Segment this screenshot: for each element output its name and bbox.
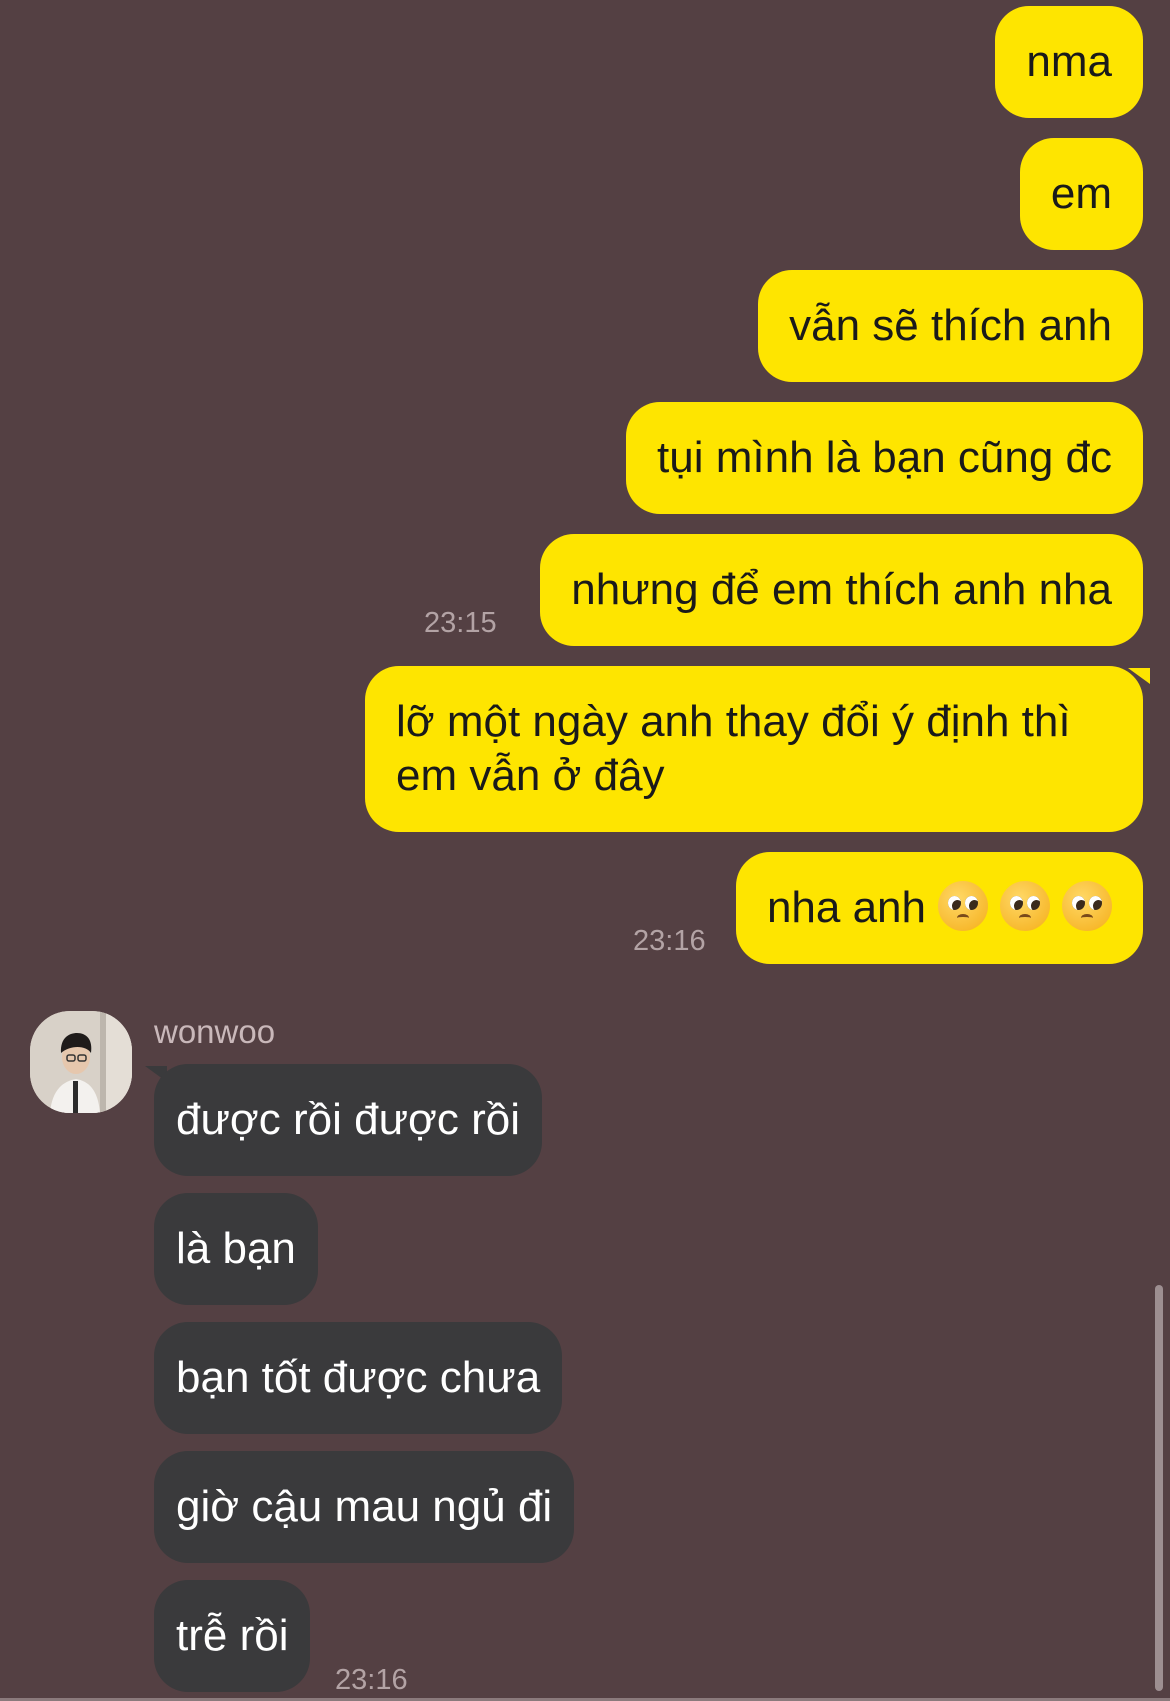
contact-avatar[interactable] (30, 1011, 132, 1113)
pleading-face-icon (938, 881, 988, 931)
outgoing-message[interactable]: lỡ một ngày anh thay đổi ý định thì em v… (365, 666, 1143, 832)
message-text: tụi mình là bạn cũng đc (657, 433, 1112, 482)
incoming-message[interactable]: bạn tốt được chưa (154, 1322, 563, 1434)
message-timestamp: 23:16 (633, 925, 706, 957)
sender-name: wonwoo (154, 1013, 276, 1050)
message-text: giờ cậu mau ngủ đi (176, 1482, 553, 1531)
outgoing-message[interactable]: nha anh (735, 852, 1143, 964)
incoming-message[interactable]: trễ rồi (154, 1580, 311, 1692)
message-text: lỡ một ngày anh thay đổi ý định thì em v… (396, 697, 1071, 800)
outgoing-message[interactable]: nhưng để em thích anh nha (540, 534, 1143, 646)
pleading-face-icon (1062, 881, 1112, 931)
message-text: nma (1026, 37, 1112, 86)
message-text: em (1050, 169, 1112, 218)
outgoing-message[interactable]: em (1019, 138, 1143, 250)
message-text: nha anh (766, 883, 926, 932)
chat-thread[interactable]: nma em vẫn sẽ thích anh tụi mình là bạn … (0, 0, 1170, 1701)
message-text: nhưng để em thích anh nha (571, 565, 1112, 614)
incoming-message[interactable]: giờ cậu mau ngủ đi (154, 1451, 575, 1563)
outgoing-message[interactable]: nma (995, 6, 1143, 118)
outgoing-message[interactable]: vẫn sẽ thích anh (758, 270, 1143, 382)
message-text: được rồi được rồi (176, 1095, 521, 1144)
outgoing-message[interactable]: tụi mình là bạn cũng đc (626, 402, 1143, 514)
pleading-face-icon (1000, 881, 1050, 931)
message-timestamp: 23:16 (335, 1664, 408, 1696)
message-timestamp: 23:15 (424, 607, 497, 639)
incoming-message[interactable]: được rồi được rồi (154, 1064, 543, 1176)
scrollbar[interactable] (1155, 1285, 1163, 1691)
incoming-message[interactable]: là bạn (154, 1193, 318, 1305)
message-text: vẫn sẽ thích anh (789, 301, 1112, 350)
message-text: là bạn (176, 1224, 296, 1273)
avatar-photo-icon (30, 1011, 132, 1113)
message-text: trễ rồi (176, 1611, 289, 1660)
message-text: bạn tốt được chưa (176, 1353, 541, 1402)
